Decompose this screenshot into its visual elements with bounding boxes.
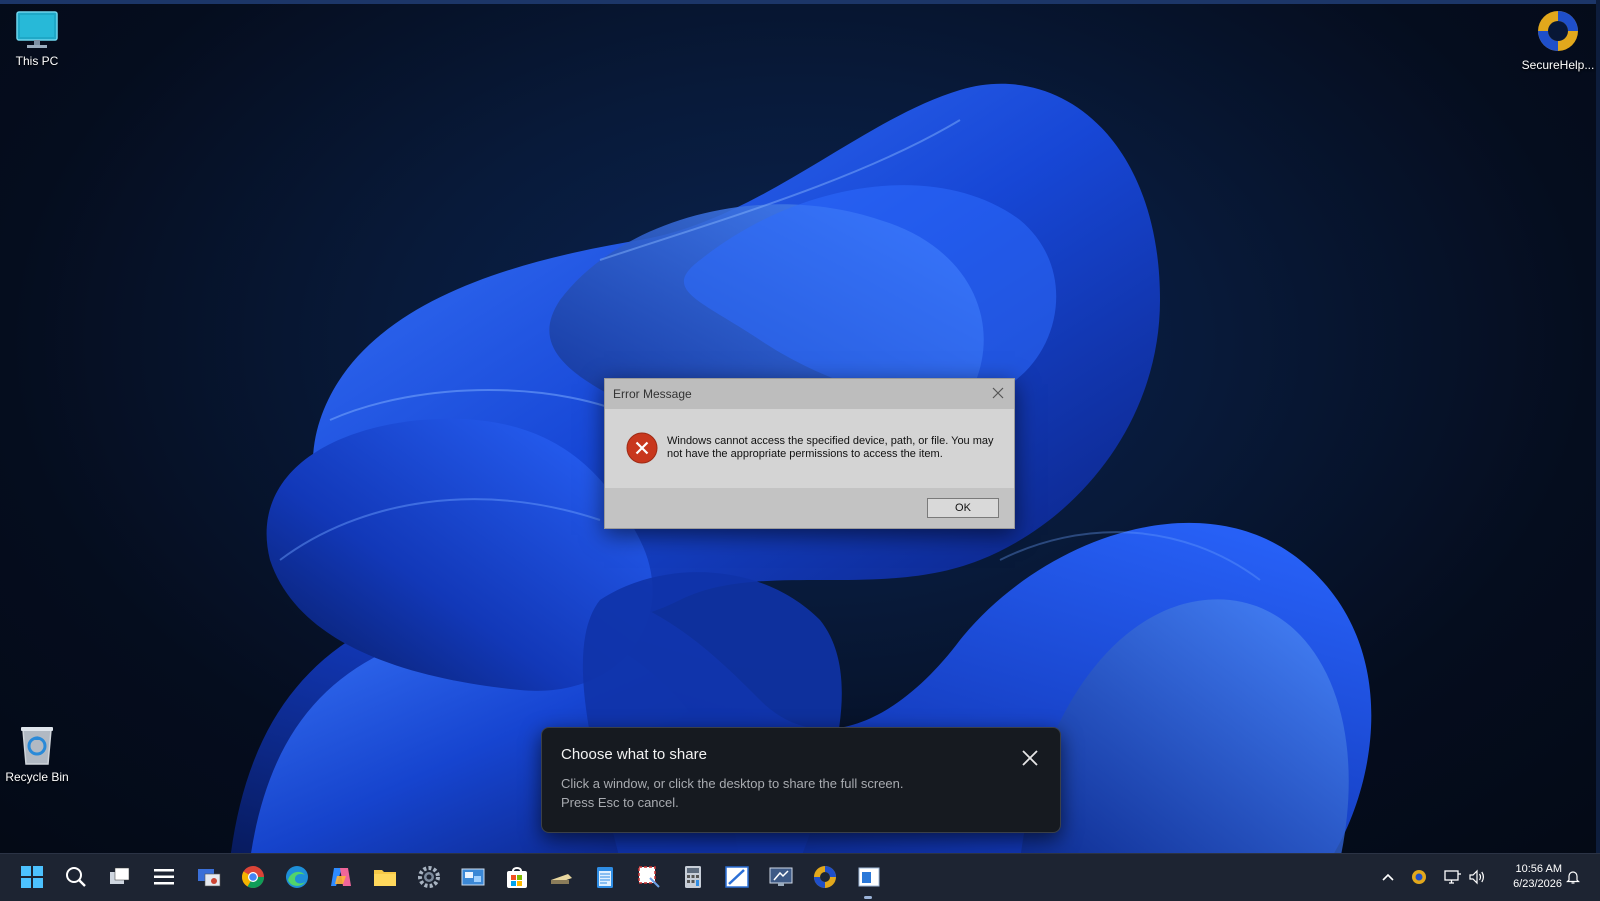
share-picker-toast: Choose what to share Click a window, or … <box>541 727 1061 833</box>
error-icon <box>626 432 658 464</box>
menu-button[interactable] <box>151 864 177 890</box>
gear-icon <box>418 866 440 888</box>
settings-button[interactable] <box>416 864 442 890</box>
remote-app-icon <box>198 869 221 887</box>
scanner-button[interactable] <box>548 864 574 890</box>
clock-date: 6/23/2026 <box>1513 878 1562 890</box>
calculator-button[interactable] <box>680 864 706 890</box>
edge-icon <box>286 866 308 888</box>
screen-right-edge <box>1596 0 1600 853</box>
desktop[interactable]: This PC SecureHelp... Recycle Bin Error … <box>0 0 1600 853</box>
hamburger-menu-icon <box>154 869 174 885</box>
clock-time: 10:56 AM <box>1515 863 1562 875</box>
start-button[interactable] <box>19 864 45 890</box>
snipping-tool-icon <box>638 866 660 888</box>
share-toast-cancel-hint: Press Esc to cancel. <box>561 795 679 810</box>
desktop-icon-this-pc[interactable]: This PC <box>0 10 77 68</box>
taskbar: 10:56 AM 6/23/2026 <box>0 853 1600 901</box>
this-pc-label: This PC <box>15 54 59 68</box>
error-dialog-footer: OK <box>605 488 1014 528</box>
paint-button[interactable] <box>724 864 750 890</box>
snipping-tool-button[interactable] <box>636 864 662 890</box>
paint-icon <box>725 866 749 888</box>
network-icon[interactable] <box>1444 869 1462 885</box>
lifebuoy-icon <box>814 866 836 888</box>
recycle-bin-icon <box>21 727 53 765</box>
share-toast-instruction: Click a window, or click the desktop to … <box>561 776 904 791</box>
ok-button[interactable]: OK <box>927 498 999 518</box>
copilot-button[interactable] <box>328 864 354 890</box>
task-view-icon <box>110 867 130 884</box>
copilot-icon <box>331 868 351 886</box>
recycle-bin-label: Recycle Bin <box>5 770 69 784</box>
volume-icon[interactable] <box>1468 869 1486 885</box>
notification-bell-icon[interactable] <box>1565 869 1581 885</box>
remote-desktop-button[interactable] <box>768 864 794 890</box>
store-button[interactable] <box>504 864 530 890</box>
active-window-button[interactable] <box>856 864 882 890</box>
share-toast-heading: Choose what to share <box>561 746 707 763</box>
securehelp-tray-icon[interactable] <box>1411 869 1427 885</box>
securehelp-label: SecureHelp... <box>1521 58 1595 72</box>
active-app-indicator <box>864 896 872 899</box>
folder-icon <box>374 870 396 886</box>
lifebuoy-icon <box>1538 11 1578 51</box>
error-dialog: Error Message Windows cannot access the … <box>604 378 1015 529</box>
search-icon <box>66 867 86 887</box>
store-icon <box>507 867 527 888</box>
error-dialog-titlebar[interactable]: Error Message <box>605 379 1014 409</box>
screen-top-edge <box>0 0 1600 4</box>
remote-app-button[interactable] <box>196 864 222 890</box>
chevron-up-icon[interactable] <box>1380 869 1396 885</box>
desktop-icon-recycle-bin[interactable]: Recycle Bin <box>0 722 77 784</box>
scanner-icon <box>551 874 572 884</box>
error-message-text: Windows cannot access the specified devi… <box>667 435 994 460</box>
edge-button[interactable] <box>284 864 310 890</box>
chrome-icon <box>242 866 264 888</box>
close-icon[interactable] <box>990 385 1006 401</box>
desktop-icon-securehelp[interactable]: SecureHelp... <box>1518 8 1598 72</box>
securehelp-button[interactable] <box>812 864 838 890</box>
file-explorer-button[interactable] <box>372 864 398 890</box>
chrome-button[interactable] <box>240 864 266 890</box>
remote-desktop-icon <box>769 867 793 886</box>
calculator-icon <box>685 866 701 888</box>
control-panel-icon <box>461 868 485 886</box>
window-app-icon <box>858 867 880 887</box>
task-view-button[interactable] <box>107 864 133 890</box>
notepad-icon <box>597 867 613 888</box>
windows-logo-icon <box>21 866 43 888</box>
monitor-icon <box>16 11 58 48</box>
clock[interactable]: 10:56 AM 6/23/2026 <box>1513 862 1562 892</box>
search-button[interactable] <box>63 864 89 890</box>
error-dialog-title: Error Message <box>613 387 692 401</box>
error-dialog-body: Windows cannot access the specified devi… <box>605 409 1014 488</box>
control-panel-button[interactable] <box>460 864 486 890</box>
notepad-button[interactable] <box>592 864 618 890</box>
close-icon[interactable] <box>1020 748 1040 768</box>
